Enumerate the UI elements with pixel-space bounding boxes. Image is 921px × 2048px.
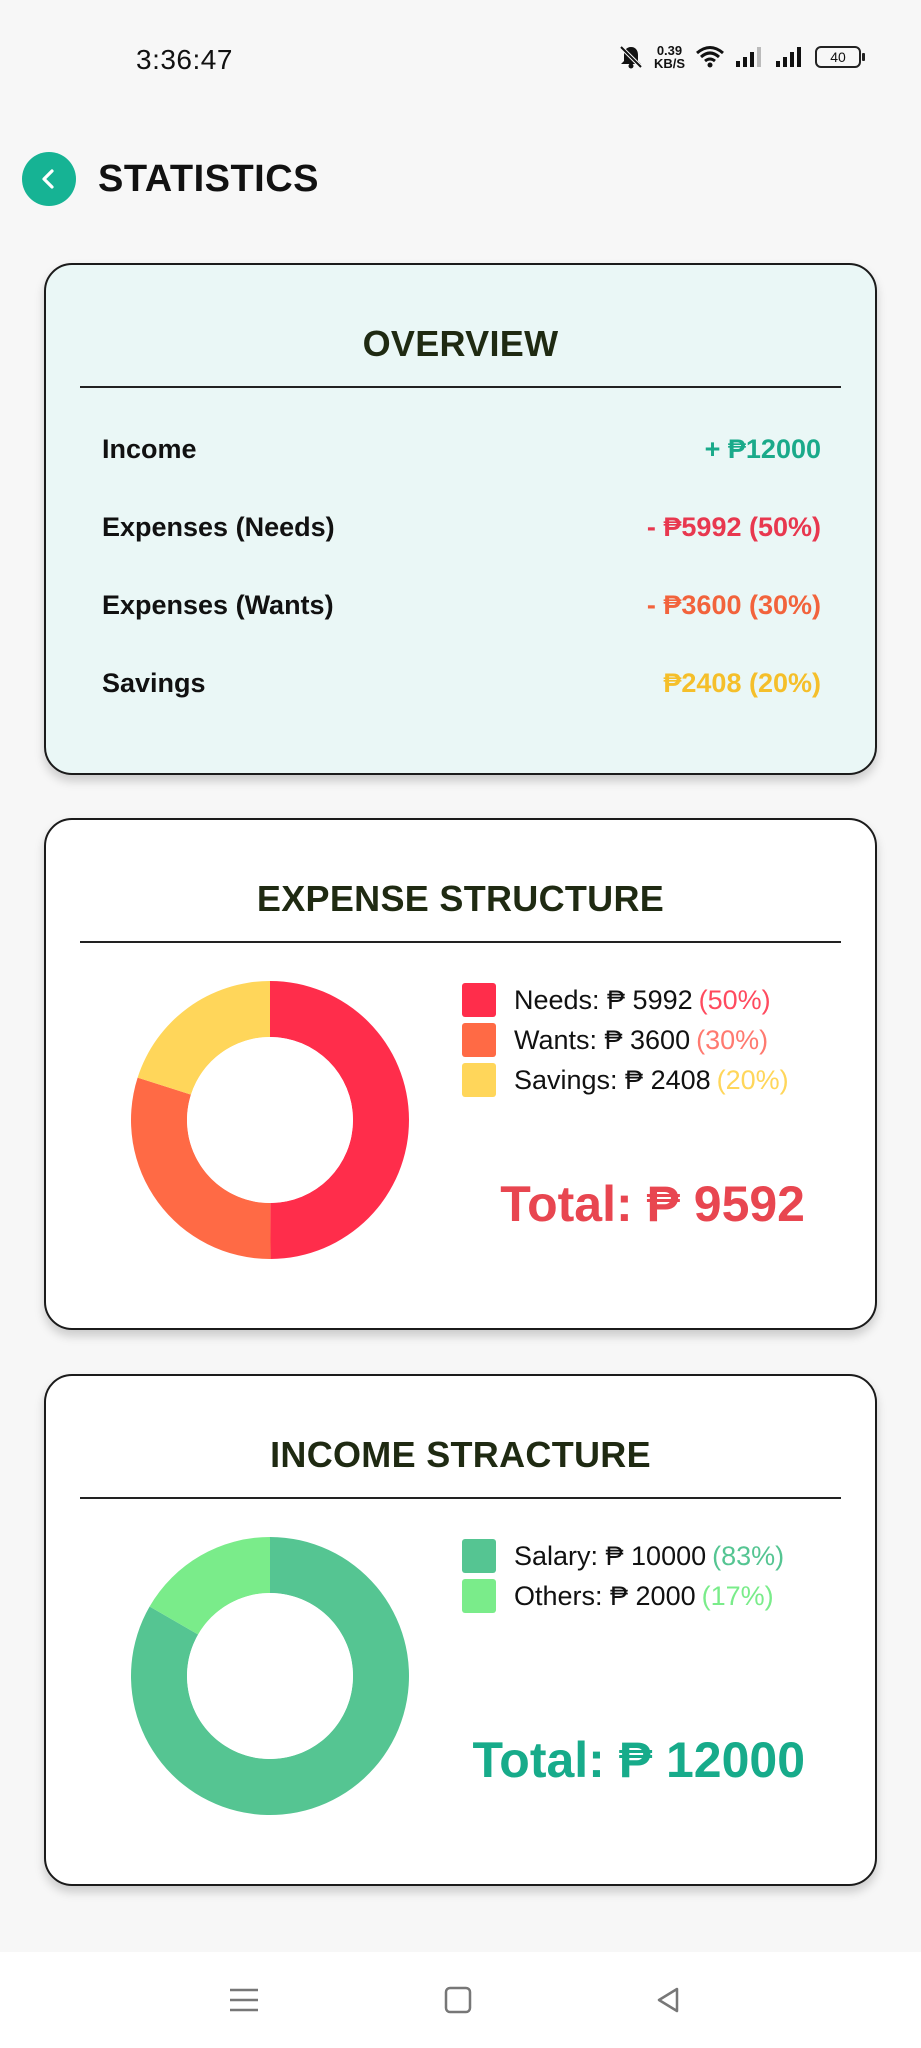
legend-label: Salary: ₱ 10000 xyxy=(514,1540,707,1571)
legend-item-wants: Wants: ₱ 3600 (30%) xyxy=(462,1020,789,1060)
wifi-icon xyxy=(696,46,724,68)
income-donut-chart xyxy=(130,1537,409,1815)
legend-swatch xyxy=(462,1023,496,1057)
divider xyxy=(80,386,841,388)
legend-swatch xyxy=(462,1579,496,1613)
mute-bell-icon xyxy=(619,45,643,69)
signal-icon-1 xyxy=(736,47,761,67)
overview-label: Expenses (Needs) xyxy=(102,511,335,542)
overview-value: - ₱5992 (50%) xyxy=(646,511,821,542)
menu-button[interactable] xyxy=(224,1980,264,2020)
header: STATISTICS xyxy=(22,150,319,208)
legend-swatch xyxy=(462,983,496,1017)
back-nav-button[interactable] xyxy=(648,1980,688,2020)
expense-structure-title: EXPENSE STRUCTURE xyxy=(256,878,665,919)
expense-structure-card: EXPENSE STRUCTURE Needs: ₱ 5992 (50%) Wa… xyxy=(44,818,877,1330)
expense-legend: Needs: ₱ 5992 (50%) Wants: ₱ 3600 (30%) … xyxy=(462,980,789,1100)
overview-title: OVERVIEW xyxy=(362,323,559,364)
legend-label: Needs: ₱ 5992 xyxy=(514,984,693,1015)
home-square-icon xyxy=(444,1986,472,2014)
legend-swatch xyxy=(462,1063,496,1097)
legend-label: Others: ₱ 2000 xyxy=(514,1580,696,1611)
signal-icon-2 xyxy=(776,47,801,67)
overview-card: OVERVIEW Income + ₱12000 Expenses (Needs… xyxy=(44,263,877,775)
legend-pct: (83%) xyxy=(712,1540,785,1571)
divider xyxy=(80,941,841,943)
expense-total: Total: ₱ 9592 xyxy=(500,1176,805,1232)
back-triangle-icon xyxy=(657,1987,679,2013)
overview-label: Expenses (Wants) xyxy=(102,589,334,620)
overview-value: ₱2408 (20%) xyxy=(663,667,821,698)
page-title: STATISTICS xyxy=(98,157,320,200)
income-structure-card: INCOME STRACTURE Salary: ₱ 10000 (83%) O… xyxy=(44,1374,877,1886)
overview-row-savings: Savings ₱2408 (20%) xyxy=(102,663,821,703)
legend-label: Wants: ₱ 3600 xyxy=(514,1024,691,1055)
income-structure-title: INCOME STRACTURE xyxy=(270,1434,651,1475)
income-legend: Salary: ₱ 10000 (83%) Others: ₱ 2000 (17… xyxy=(462,1536,784,1616)
income-total: Total: ₱ 12000 xyxy=(472,1732,805,1788)
battery-icon: 40 xyxy=(815,46,865,68)
legend-item-savings: Savings: ₱ 2408 (20%) xyxy=(462,1060,789,1100)
overview-value: - ₱3600 (30%) xyxy=(646,589,821,620)
legend-item-needs: Needs: ₱ 5992 (50%) xyxy=(462,980,789,1020)
overview-value: + ₱12000 xyxy=(704,433,821,464)
legend-pct: (20%) xyxy=(716,1064,789,1095)
overview-row-income: Income + ₱12000 xyxy=(102,429,821,469)
overview-row-needs: Expenses (Needs) - ₱5992 (50%) xyxy=(102,507,821,547)
donut-hole xyxy=(187,1593,353,1759)
status-time: 3:36:47 xyxy=(136,44,233,75)
legend-pct: (30%) xyxy=(696,1024,769,1055)
donut-hole xyxy=(187,1037,353,1203)
home-button[interactable] xyxy=(438,1980,478,2020)
status-bar: 3:36:47 0.39 KB/S 40 xyxy=(0,0,921,120)
legend-item-salary: Salary: ₱ 10000 (83%) xyxy=(462,1536,784,1576)
legend-label: Savings: ₱ 2408 xyxy=(514,1064,711,1095)
legend-pct: (50%) xyxy=(698,984,771,1015)
menu-icon xyxy=(230,1988,258,2012)
divider xyxy=(80,1497,841,1499)
overview-label: Savings xyxy=(102,667,206,698)
overview-row-wants: Expenses (Wants) - ₱3600 (30%) xyxy=(102,585,821,625)
net-speed-unit: KB/S xyxy=(653,56,685,71)
overview-label: Income xyxy=(102,433,197,464)
net-speed: 0.39 KB/S xyxy=(654,44,685,70)
navigation-bar xyxy=(0,1952,921,2048)
legend-swatch xyxy=(462,1539,496,1573)
status-icons: 0.39 KB/S 40 xyxy=(618,44,865,70)
legend-pct: (17%) xyxy=(701,1580,774,1611)
legend-item-others: Others: ₱ 2000 (17%) xyxy=(462,1576,784,1616)
expense-donut-chart xyxy=(131,981,409,1259)
chevron-left-icon xyxy=(42,169,54,189)
back-button[interactable] xyxy=(22,152,76,206)
